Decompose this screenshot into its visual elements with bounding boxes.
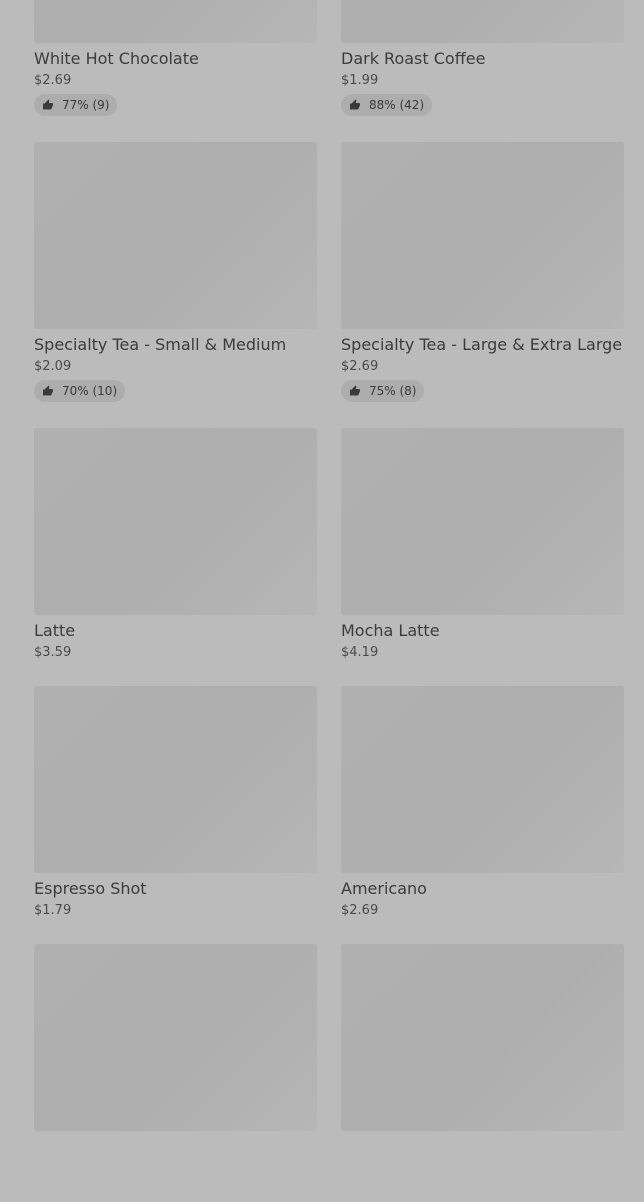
- item-image[interactable]: [34, 142, 317, 329]
- rating-badge: 88% (42): [341, 94, 433, 116]
- rating-badge: 70% (10): [34, 380, 126, 402]
- item-name: Americano: [341, 879, 427, 898]
- item-price: $3.59: [34, 645, 72, 660]
- item-name: Dark Roast Coffee: [341, 49, 486, 68]
- rating-text: 77% (9): [62, 98, 110, 112]
- item-price: $2.69: [34, 73, 72, 88]
- item-image[interactable]: [34, 686, 317, 873]
- rating-text: 70% (10): [62, 384, 118, 398]
- menu-item-card[interactable]: Specialty Tea - Small & Medium $2.09 70%…: [34, 142, 317, 428]
- menu-item-card[interactable]: Mocha Latte $4.19: [341, 428, 624, 686]
- item-name: Latte: [34, 621, 76, 640]
- menu-item-card[interactable]: Americano $2.69: [341, 686, 624, 944]
- item-image[interactable]: [341, 142, 624, 329]
- item-name: Espresso Shot: [34, 879, 147, 898]
- item-price: $2.69: [341, 903, 379, 918]
- item-image[interactable]: [34, 0, 317, 43]
- thumbs-up-icon: [43, 99, 53, 110]
- menu-item-card[interactable]: Espresso Shot $1.79: [34, 686, 317, 944]
- menu-item-card[interactable]: [34, 944, 317, 1202]
- item-image[interactable]: [34, 428, 317, 615]
- item-image[interactable]: [341, 686, 624, 873]
- menu-item-grid: White Hot Chocolate $2.69 77% (9) Dark R…: [34, 0, 624, 1202]
- item-image[interactable]: [341, 944, 624, 1131]
- menu-item-card[interactable]: White Hot Chocolate $2.69 77% (9): [34, 0, 317, 142]
- item-price: $2.69: [341, 359, 379, 374]
- item-price: $1.79: [34, 903, 72, 918]
- thumbs-up-icon: [350, 385, 360, 396]
- item-price: $4.19: [341, 645, 379, 660]
- item-image[interactable]: [341, 0, 624, 43]
- rating-text: 75% (8): [369, 384, 417, 398]
- item-name: Mocha Latte: [341, 621, 440, 640]
- thumbs-up-icon: [350, 99, 360, 110]
- item-name: White Hot Chocolate: [34, 49, 199, 68]
- item-image[interactable]: [34, 944, 317, 1131]
- rating-badge: 75% (8): [341, 380, 425, 402]
- item-price: $2.09: [34, 359, 72, 374]
- item-image[interactable]: [341, 428, 624, 615]
- item-name: Specialty Tea - Large & Extra Large: [341, 335, 623, 354]
- item-name: Specialty Tea - Small & Medium: [34, 335, 287, 354]
- menu-item-card[interactable]: Latte $3.59: [34, 428, 317, 686]
- rating-badge: 77% (9): [34, 94, 118, 116]
- item-price: $1.99: [341, 73, 379, 88]
- rating-text: 88% (42): [369, 98, 425, 112]
- menu-item-card[interactable]: [341, 944, 624, 1202]
- menu-item-card[interactable]: Dark Roast Coffee $1.99 88% (42): [341, 0, 624, 142]
- menu-item-card[interactable]: Specialty Tea - Large & Extra Large $2.6…: [341, 142, 624, 428]
- thumbs-up-icon: [43, 385, 53, 396]
